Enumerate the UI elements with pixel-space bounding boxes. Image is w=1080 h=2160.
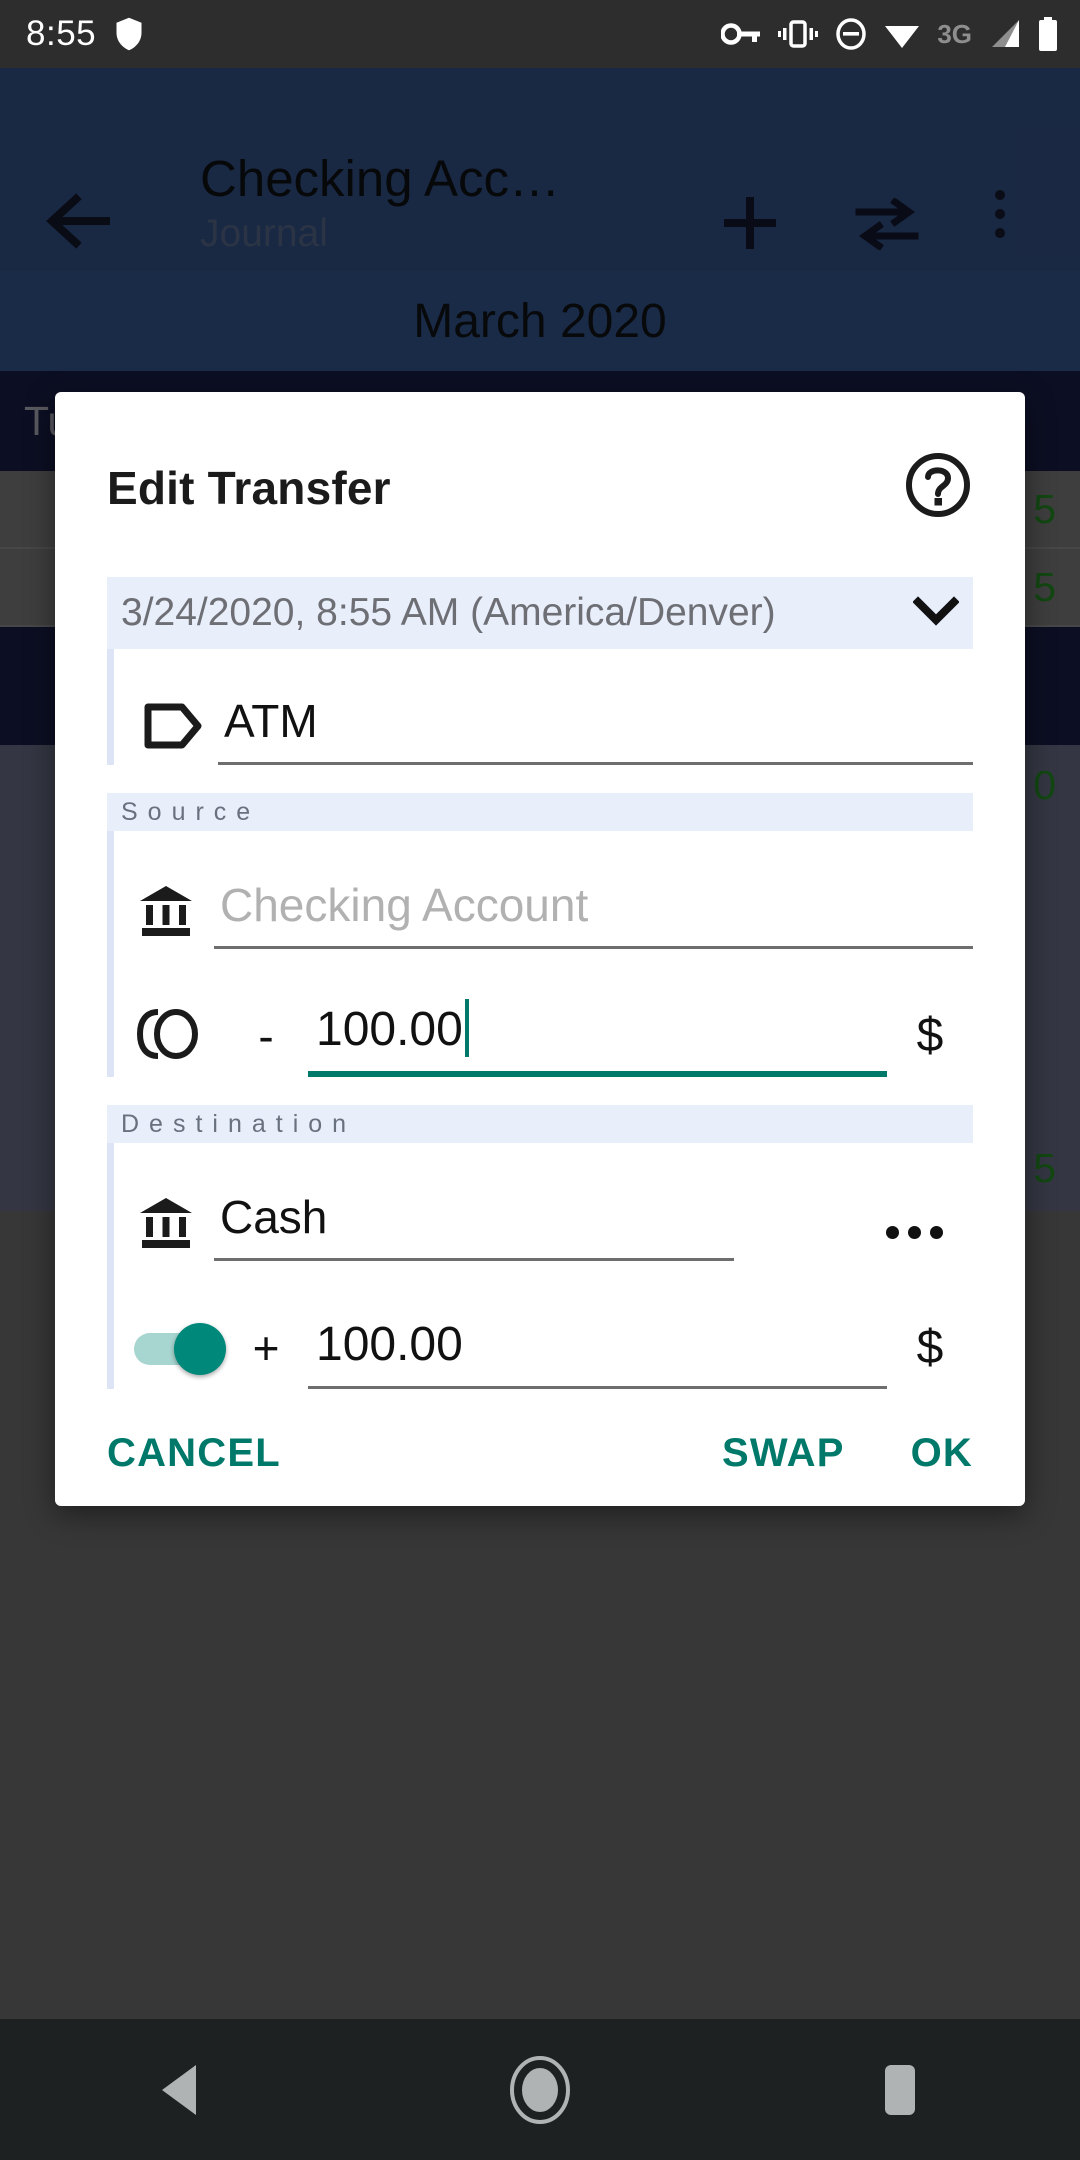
source-account-row: Checking Account [114, 831, 973, 949]
do-not-disturb-icon [836, 18, 867, 50]
destination-account-row: Cash [114, 1143, 973, 1261]
source-amount-sign: - [258, 1010, 274, 1062]
status-bar-left: 8:55 [26, 14, 144, 54]
tag-row: ATM [122, 649, 973, 765]
source-section-label: Source [107, 793, 973, 831]
phone-screen: 8:55 3G Checking Acc… Journal March 2020… [0, 0, 1080, 2160]
tag-field-group: ATM [107, 649, 973, 765]
chevron-down-icon[interactable] [912, 595, 960, 631]
status-bar-clock: 8:55 [26, 14, 97, 53]
toggle-knob [174, 1323, 226, 1375]
status-bar-right: 3G [721, 17, 1058, 51]
destination-label-text: Destination [121, 1109, 357, 1138]
dialog-actions: CANCEL SWAP OK [55, 1389, 1025, 1480]
nav-home-button[interactable] [465, 2019, 615, 2160]
help-button[interactable] [903, 450, 973, 525]
destination-section-label: Destination [107, 1105, 973, 1143]
source-section: Checking Account - 100.00 $ [107, 831, 973, 1077]
date-time-value: 3/24/2020, 8:55 AM (America/Denver) [121, 591, 776, 634]
shield-icon [116, 17, 142, 51]
dialog-title: Edit Transfer [107, 461, 391, 514]
destination-section: Cash + 100.00 $ [107, 1143, 973, 1389]
destination-amount-row: + 100.00 $ [114, 1261, 973, 1389]
ok-button[interactable]: OK [911, 1431, 973, 1476]
date-time-field[interactable]: 3/24/2020, 8:55 AM (America/Denver) [107, 577, 973, 649]
dialog-header: Edit Transfer [55, 392, 1025, 525]
more-horiz-icon [886, 1226, 899, 1239]
destination-overflow-button[interactable] [886, 1226, 973, 1261]
source-amount-row: - 100.00 $ [114, 949, 973, 1077]
text-caret [464, 999, 469, 1057]
source-account-input[interactable]: Checking Account [214, 878, 973, 949]
destination-currency-symbol: $ [916, 1321, 944, 1374]
destination-amount-value: 100.00 [316, 1318, 463, 1371]
home-circle-icon [510, 2055, 570, 2124]
back-triangle-icon [162, 2064, 196, 2115]
swap-button[interactable]: SWAP [722, 1431, 845, 1476]
source-amount-value: 100.00 [316, 1003, 463, 1056]
wifi-icon [885, 26, 920, 48]
account-balance-icon [114, 883, 214, 949]
signal-icon [992, 20, 1019, 47]
tag-input[interactable]: ATM [218, 694, 973, 765]
battery-icon [1039, 17, 1057, 51]
recents-square-icon [885, 2064, 915, 2115]
navigation-bar [0, 2019, 1080, 2160]
edit-transfer-dialog: Edit Transfer 3/24/2020, 8:55 AM (Americ… [55, 392, 1025, 1506]
nav-back-button[interactable] [105, 2019, 255, 2160]
source-currency-symbol: $ [916, 1009, 944, 1062]
vpn-key-icon [721, 23, 761, 45]
cancel-button[interactable]: CANCEL [107, 1431, 281, 1476]
network-type-label: 3G [937, 18, 972, 49]
source-amount-input[interactable]: 100.00 [308, 999, 887, 1077]
link-amount-toggle[interactable] [134, 1323, 226, 1375]
destination-account-input[interactable]: Cash [214, 1190, 734, 1261]
vibrate-icon [778, 20, 819, 48]
account-balance-icon [114, 1195, 214, 1261]
source-label-text: Source [121, 797, 261, 826]
toggle-off-icon[interactable] [114, 1007, 224, 1077]
status-bar: 8:55 3G [0, 0, 1080, 68]
nav-recents-button[interactable] [825, 2019, 975, 2160]
dialog-body: 3/24/2020, 8:55 AM (America/Denver) ATM … [55, 577, 1025, 1389]
destination-amount-input[interactable]: 100.00 [308, 1317, 887, 1389]
toggle-on-icon[interactable] [114, 1323, 226, 1389]
destination-amount-sign: + [252, 1322, 280, 1374]
tag-icon [122, 703, 218, 765]
help-circle-icon [906, 453, 970, 517]
